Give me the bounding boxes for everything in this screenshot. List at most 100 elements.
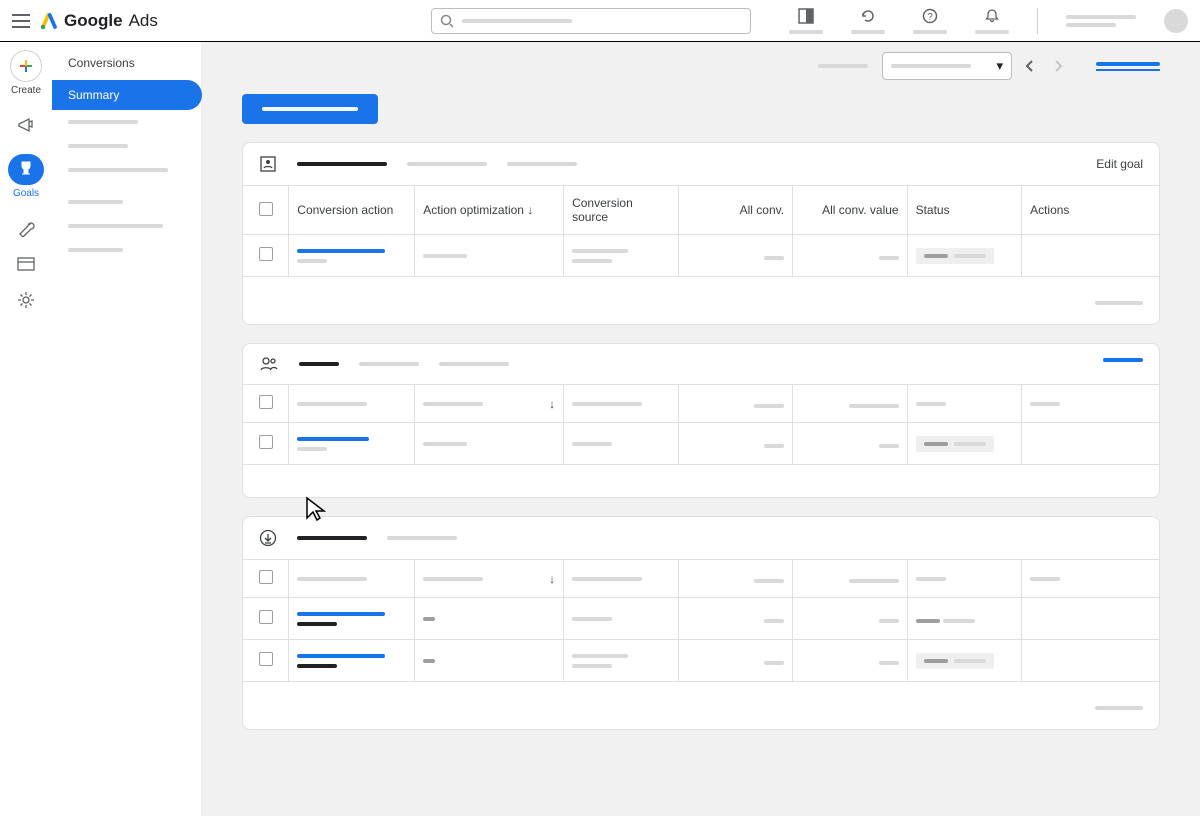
table-row[interactable] [243,640,1159,682]
sidebar-item[interactable] [52,134,201,158]
plus-icon [18,58,34,74]
rail-item-tools[interactable] [17,219,35,237]
rail-item-admin[interactable] [17,291,35,309]
status-chip [916,436,994,452]
sidebar-item[interactable] [52,238,201,262]
col-header[interactable]: ↓ [415,560,564,598]
product-logo[interactable]: Google Ads [40,11,158,31]
col-all-conv-value[interactable]: All conv. value [793,186,908,235]
date-next-button[interactable] [1048,60,1068,72]
download-icon [259,529,277,547]
help-icon[interactable]: ? [913,8,947,34]
table-footer [243,277,1159,324]
conversion-table: ↓ [243,384,1159,465]
col-header[interactable] [564,560,679,598]
goal-card: Edit goal Conversion action Action optim… [242,142,1160,325]
appearance-icon[interactable] [789,8,823,34]
goals-label: Goals [13,188,39,199]
rail-item-goals[interactable]: Goals [8,154,44,199]
row-checkbox[interactable] [259,435,273,449]
rail-item-campaigns[interactable] [17,116,35,134]
col-header[interactable] [793,385,908,423]
col-header[interactable] [289,385,415,423]
product-name-2: Ads [129,11,158,31]
row-checkbox[interactable] [259,652,273,666]
date-range-dropdown[interactable]: ▾ [882,52,1012,80]
search-input[interactable] [431,8,751,34]
col-header[interactable] [1022,560,1159,598]
row-checkbox[interactable] [259,247,273,261]
segment-link[interactable] [1096,62,1160,71]
table-row[interactable] [243,235,1159,277]
date-prev-button[interactable] [1020,60,1040,72]
col-conversion-source[interactable]: Conversion source [564,186,679,235]
gear-icon [17,291,35,309]
sidebar-item-label: Summary [68,88,119,102]
col-header[interactable]: ↓ [415,385,564,423]
col-header[interactable] [289,560,415,598]
col-conversion-action[interactable]: Conversion action [289,186,415,235]
rail-item-billing[interactable] [17,257,35,271]
col-action-optimization[interactable]: Action optimization ↓ [415,186,564,235]
account-switcher[interactable] [1066,15,1136,27]
leads-icon [259,356,279,372]
select-all-checkbox[interactable] [243,186,289,235]
refresh-icon[interactable] [851,8,885,34]
table-row[interactable] [243,598,1159,640]
table-footer [243,682,1159,729]
col-header[interactable] [678,560,793,598]
edit-goal-link[interactable]: Edit goal [1096,157,1143,171]
new-conversion-action-button[interactable] [242,94,378,124]
conversion-action-link[interactable] [297,437,406,441]
svg-text:?: ? [927,12,933,23]
sort-desc-icon: ↓ [527,203,533,217]
sidebar-item-summary[interactable]: Summary [52,80,202,110]
goal-card: ↓ [242,343,1160,498]
col-header[interactable] [564,385,679,423]
table-row[interactable] [243,423,1159,465]
sort-desc-icon: ↓ [549,397,555,411]
conversion-table: ↓ [243,559,1159,682]
create-label: Create [11,85,41,96]
main-content: ▾ [202,42,1200,816]
megaphone-icon [17,116,35,134]
contact-icon [259,155,277,173]
avatar[interactable] [1164,9,1188,33]
ads-logo-icon [40,12,58,30]
sidebar-item[interactable] [52,214,201,238]
sidebar-item[interactable] [52,110,201,134]
card-icon [17,257,35,271]
sidebar-item[interactable] [52,158,201,182]
caret-down-icon: ▾ [996,58,1003,74]
notifications-icon[interactable] [975,8,1009,34]
create-button[interactable]: Create [10,50,42,96]
sidebar-item[interactable] [52,190,201,214]
edit-goal-link[interactable] [1103,358,1143,362]
col-status[interactable]: Status [907,186,1022,235]
sidebar: Conversions Summary [52,42,202,816]
select-all-checkbox[interactable] [243,385,289,423]
left-rail: Create Goals [0,42,52,816]
conversion-table: Conversion action Action optimization ↓ … [243,185,1159,277]
col-header[interactable] [907,385,1022,423]
row-checkbox[interactable] [259,610,273,624]
col-actions[interactable]: Actions [1022,186,1159,235]
menu-icon[interactable] [12,14,30,28]
col-all-conv[interactable]: All conv. [678,186,793,235]
conversion-action-link[interactable] [297,249,406,253]
search-icon [440,14,454,28]
sidebar-section-title: Conversions [52,42,201,80]
conversion-action-link[interactable] [297,612,406,616]
col-header[interactable] [678,385,793,423]
select-all-checkbox[interactable] [243,560,289,598]
status-chip [916,653,994,669]
col-header[interactable] [1022,385,1159,423]
sort-desc-icon: ↓ [549,572,555,586]
tools-icon [17,219,35,237]
top-header: Google Ads ? [0,0,1200,42]
status-chip [916,248,994,264]
col-header[interactable] [907,560,1022,598]
header-actions: ? [789,8,1188,34]
conversion-action-link[interactable] [297,654,406,658]
col-header[interactable] [793,560,908,598]
